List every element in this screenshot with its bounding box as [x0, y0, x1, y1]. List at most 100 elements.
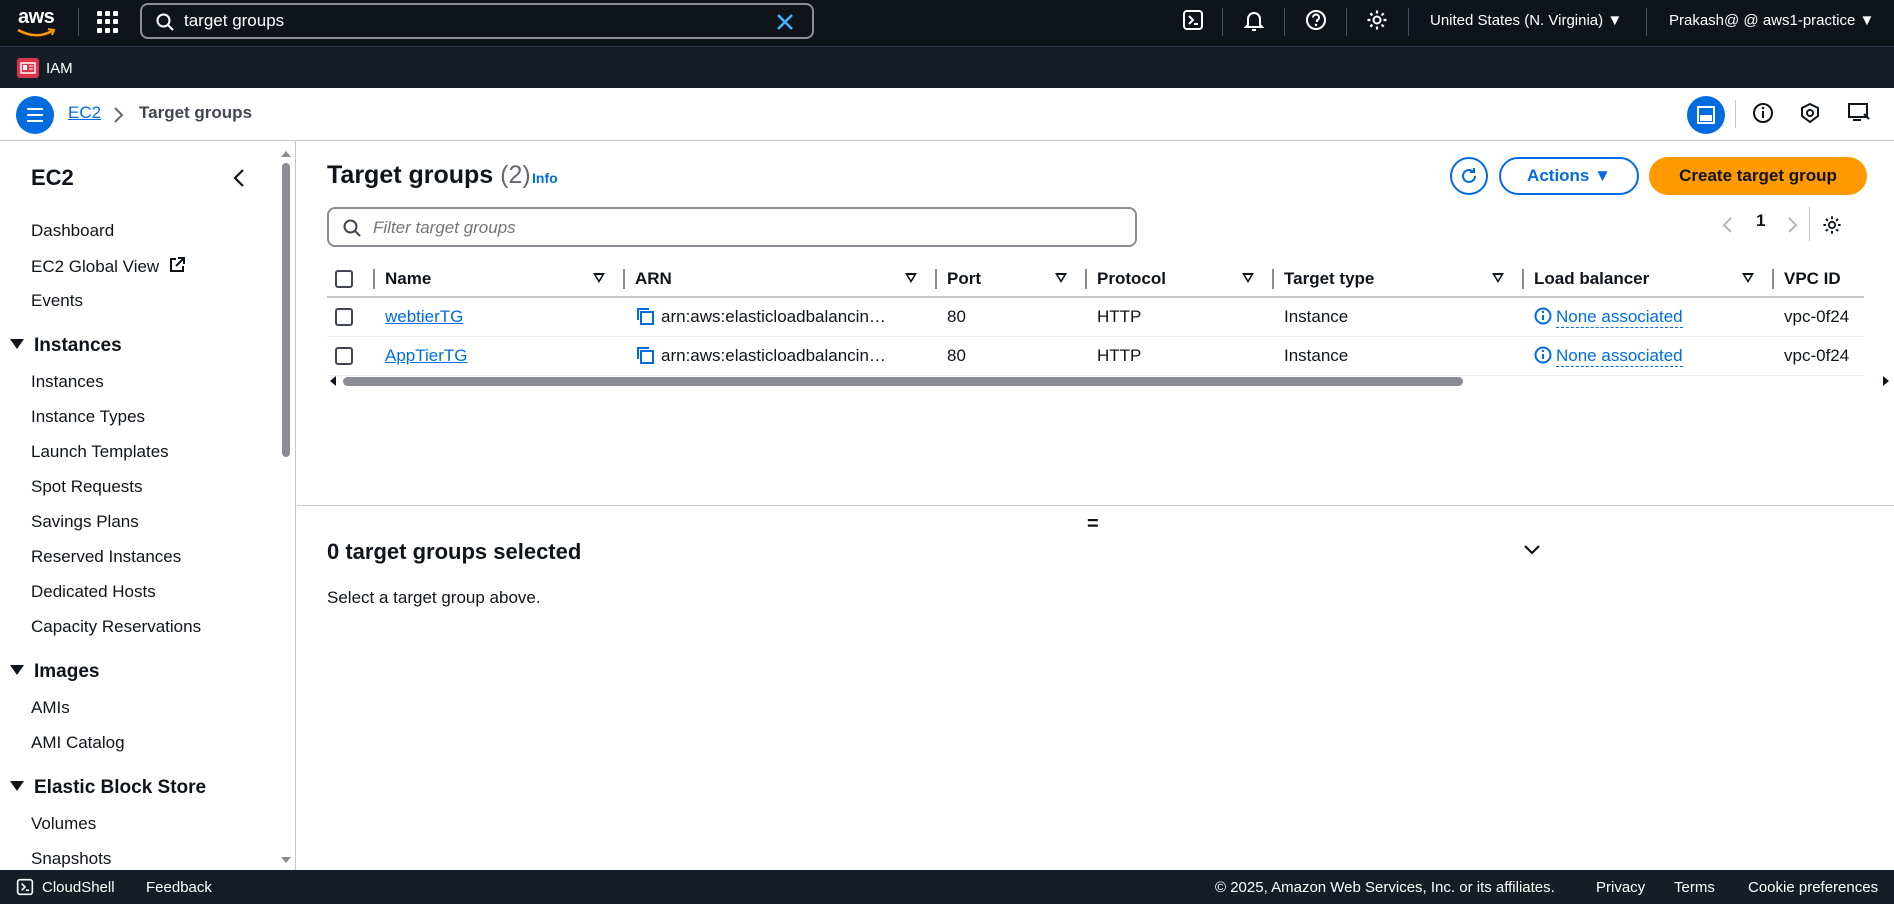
sidebar-scrollbar[interactable]: [279, 147, 293, 867]
chevron-right-icon: [114, 107, 124, 123]
chevron-down-icon[interactable]: [1523, 544, 1541, 556]
info-panel-icon[interactable]: [1752, 102, 1774, 129]
column-divider[interactable]: [623, 269, 625, 289]
sidebar-section-elastic-block-store[interactable]: Elastic Block Store: [10, 777, 206, 799]
divider: [1408, 8, 1409, 36]
cloudshell-icon[interactable]: [1182, 9, 1204, 36]
global-search-box[interactable]: [140, 3, 814, 39]
sidebar-item-savings-plans[interactable]: Savings Plans: [31, 512, 139, 532]
column-header-arn[interactable]: ARN: [627, 261, 939, 298]
footer-terms-link[interactable]: Terms: [1674, 879, 1715, 896]
iam-favorite-link[interactable]: IAM: [46, 60, 73, 77]
section-label: Elastic Block Store: [34, 777, 207, 798]
global-search-input[interactable]: [184, 11, 744, 31]
caret-down-icon: [10, 339, 24, 349]
clear-search-icon[interactable]: [776, 13, 794, 31]
column-divider[interactable]: [935, 269, 937, 289]
sort-icon[interactable]: [593, 273, 605, 283]
sidebar-item-capacity-reservations[interactable]: Capacity Reservations: [31, 617, 201, 637]
account-menu[interactable]: Prakash@ @ aws1-practice ▼: [1669, 12, 1874, 29]
column-divider[interactable]: [1085, 269, 1087, 289]
target-type-cell: Instance: [1276, 297, 1526, 337]
load-balancer-popover-trigger[interactable]: None associated: [1556, 345, 1683, 367]
sidebar-title: EC2: [31, 165, 74, 190]
favorites-bar: IAM: [0, 46, 1894, 88]
select-all-checkbox[interactable]: [335, 270, 353, 289]
table-row[interactable]: AppTierTG arn:aws:elasticloadbalancin… 8…: [327, 336, 1864, 376]
sort-icon[interactable]: [1055, 273, 1067, 283]
section-label: Instances: [34, 335, 122, 356]
sidebar-item-events[interactable]: Events: [31, 291, 83, 311]
split-panel-resize-handle[interactable]: =: [1087, 513, 1099, 536]
cloudshell-icon[interactable]: [16, 878, 34, 896]
footer-cloudshell-link[interactable]: CloudShell: [42, 879, 115, 896]
sidebar-item-amis[interactable]: AMIs: [31, 698, 70, 718]
breadcrumb-ec2-link[interactable]: EC2: [68, 103, 101, 123]
account-label: Prakash@ @ aws1-practice: [1669, 12, 1856, 29]
column-header-name[interactable]: Name: [377, 261, 627, 298]
column-header-vpc-id[interactable]: VPC ID: [1776, 261, 1864, 298]
divider: [1735, 100, 1736, 128]
table-row[interactable]: webtierTG arn:aws:elasticloadbalancin… 8…: [327, 297, 1864, 337]
column-header-port[interactable]: Port: [939, 261, 1089, 298]
copy-icon[interactable]: [635, 345, 655, 365]
column-divider[interactable]: [1272, 269, 1274, 289]
footer-feedback-link[interactable]: Feedback: [146, 879, 212, 896]
iam-service-icon[interactable]: [17, 58, 39, 78]
column-header-target-type[interactable]: Target type: [1276, 261, 1526, 298]
column-divider[interactable]: [1772, 269, 1774, 289]
split-panel-toggle-button[interactable]: [1687, 96, 1725, 139]
footer-cookie-preferences-link[interactable]: Cookie preferences: [1748, 879, 1878, 896]
table-horizontal-scrollbar[interactable]: [327, 373, 1892, 389]
load-balancer-popover-trigger[interactable]: None associated: [1556, 306, 1683, 328]
notifications-bell-icon[interactable]: [1243, 9, 1265, 38]
sidebar-item-reserved-instances[interactable]: Reserved Instances: [31, 547, 181, 567]
column-header-load-balancer[interactable]: Load balancer: [1526, 261, 1776, 298]
main-content: Target groups (2) Info Actions ▼ Create …: [297, 141, 1894, 870]
sidebar-section-images[interactable]: Images: [10, 661, 99, 683]
sidebar-item-instances[interactable]: Instances: [31, 372, 104, 392]
sidebar-item-snapshots[interactable]: Snapshots: [31, 849, 111, 869]
sort-icon[interactable]: [1492, 273, 1504, 283]
port-cell: 80: [939, 297, 1089, 337]
sidebar-item-dedicated-hosts[interactable]: Dedicated Hosts: [31, 582, 156, 602]
column-header-protocol[interactable]: Protocol: [1089, 261, 1276, 298]
copy-icon[interactable]: [635, 306, 655, 326]
divider: [1646, 8, 1647, 36]
region-selector[interactable]: United States (N. Virginia) ▼: [1430, 12, 1622, 29]
sort-icon[interactable]: [905, 273, 917, 283]
target-group-link[interactable]: AppTierTG: [385, 346, 468, 365]
sidebar-section-instances[interactable]: Instances: [10, 335, 122, 357]
footer-privacy-link[interactable]: Privacy: [1596, 879, 1645, 896]
column-label: Load balancer: [1534, 268, 1650, 288]
target-group-link[interactable]: webtierTG: [385, 307, 463, 326]
column-divider[interactable]: [1522, 269, 1524, 289]
aws-logo[interactable]: aws: [16, 6, 58, 40]
sidebar-item-dashboard[interactable]: Dashboard: [31, 221, 114, 241]
side-navigation-toggle-button[interactable]: [16, 96, 54, 134]
sidebar-item-instance-types[interactable]: Instance Types: [31, 407, 145, 427]
collapse-sidebar-icon[interactable]: [232, 168, 246, 188]
sidebar-item-volumes[interactable]: Volumes: [31, 814, 96, 834]
sidebar-item-spot-requests[interactable]: Spot Requests: [31, 477, 143, 497]
table-header-row: Name ARN Port Protocol Target type Load …: [327, 261, 1864, 298]
name-cell: webtierTG: [377, 297, 627, 337]
sidebar-item-ami-catalog[interactable]: AMI Catalog: [31, 733, 125, 753]
security-shield-icon[interactable]: [1799, 102, 1821, 129]
column-label: Target type: [1284, 268, 1375, 288]
sidebar-item-ec2-global-view[interactable]: EC2 Global View: [31, 256, 186, 277]
settings-gear-icon[interactable]: [1366, 9, 1388, 36]
caret-down-icon: [10, 781, 24, 791]
feedback-screen-icon[interactable]: [1847, 102, 1871, 129]
sort-icon[interactable]: [1242, 273, 1254, 283]
table-viewport: Name ARN Port Protocol Target type Load …: [297, 141, 1864, 381]
protocol-cell: HTTP: [1089, 336, 1276, 376]
sidebar-item-launch-templates[interactable]: Launch Templates: [31, 442, 169, 462]
services-grid-icon[interactable]: [97, 11, 119, 33]
row-checkbox[interactable]: [335, 347, 353, 366]
row-checkbox[interactable]: [335, 308, 353, 327]
sort-icon[interactable]: [1742, 273, 1754, 283]
load-balancer-cell: None associated: [1526, 297, 1776, 337]
divider: [1346, 8, 1347, 36]
help-icon[interactable]: [1305, 9, 1327, 36]
